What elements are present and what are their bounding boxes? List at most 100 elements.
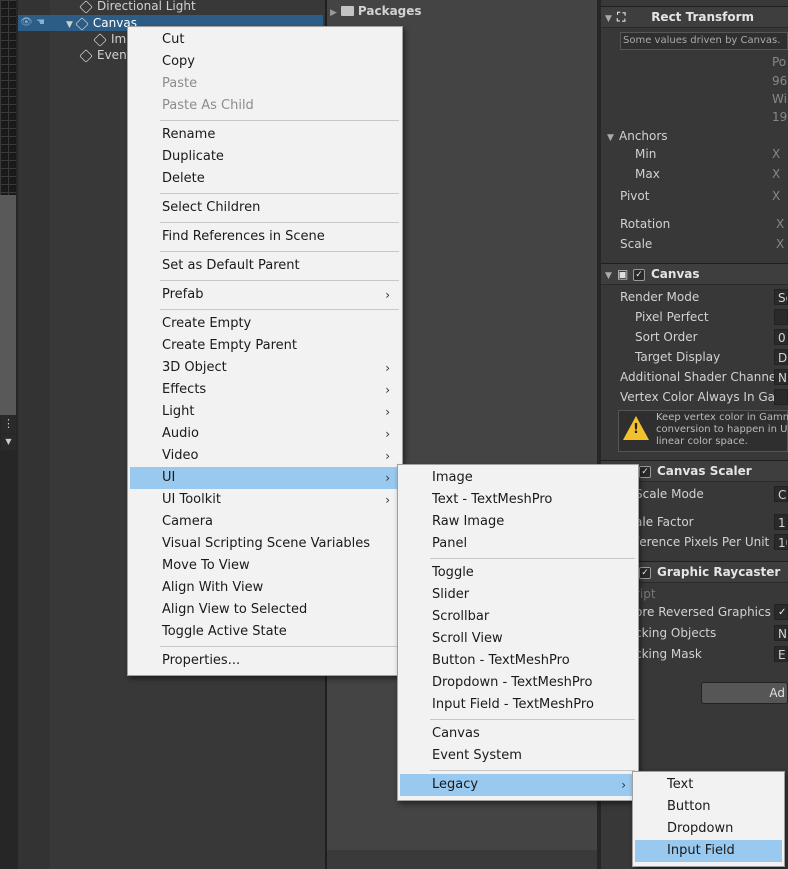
menu-item-slider[interactable]: Slider — [400, 584, 636, 606]
more-options-icon[interactable]: ⋮ — [1, 415, 16, 433]
menu-item-create-empty-parent[interactable]: Create Empty Parent — [130, 335, 400, 357]
menu-item-set-as-default-parent[interactable]: Set as Default Parent — [130, 255, 400, 277]
menu-item-delete[interactable]: Delete — [130, 168, 400, 190]
rect-transform-header[interactable]: ▼ ⛶ Rect Transform — [601, 6, 788, 28]
enabled-checkbox[interactable]: ✓ — [639, 566, 651, 579]
add-component-button[interactable]: Ad — [701, 682, 788, 704]
menu-item-ui-toolkit[interactable]: UI Toolkit › — [130, 489, 400, 511]
chevron-right-icon: › — [385, 449, 390, 463]
dropdown-arrow-icon[interactable]: ▼ — [1, 434, 16, 450]
collapse-arrow-icon[interactable]: ▼ — [605, 9, 617, 29]
menu-item-label: Light — [162, 404, 195, 419]
pickable-icon[interactable]: ☚ — [36, 15, 45, 31]
menu-item-label: Prefab — [162, 287, 204, 302]
menu-item-label: Move To View — [162, 558, 250, 573]
scene-view-edge — [0, 0, 16, 195]
menu-item-label: Button - TextMeshPro — [432, 653, 570, 668]
menu-item-paste[interactable]: Paste — [130, 73, 400, 95]
menu-separator — [160, 222, 399, 223]
menu-item-light[interactable]: Light › — [130, 401, 400, 423]
menu-item-input-field-textmeshpro[interactable]: Input Field - TextMeshPro — [400, 694, 636, 716]
menu-item-label: Canvas — [432, 726, 480, 741]
menu-item-effects[interactable]: Effects › — [130, 379, 400, 401]
enabled-checkbox[interactable]: ✓ — [633, 268, 645, 281]
canvas-component-header[interactable]: ▼ ▣ ✓ Canvas — [601, 263, 788, 285]
menu-item-toggle[interactable]: Toggle — [400, 562, 636, 584]
shader-channels-dropdown[interactable]: N — [774, 369, 788, 385]
menu-item-scroll-view[interactable]: Scroll View — [400, 628, 636, 650]
rect-transform-icon: ⛶ — [617, 10, 626, 24]
menu-item-button[interactable]: Button — [635, 796, 782, 818]
collapse-arrow-icon[interactable]: ▼ — [607, 129, 619, 147]
x-label: X — [776, 217, 785, 231]
menu-item-audio[interactable]: Audio › — [130, 423, 400, 445]
menu-item-paste-as-child[interactable]: Paste As Child — [130, 95, 400, 117]
menu-item-button-textmeshpro[interactable]: Button - TextMeshPro — [400, 650, 636, 672]
menu-item-camera[interactable]: Camera — [130, 511, 400, 533]
menu-item-video[interactable]: Video › — [130, 445, 400, 467]
menu-item-text-textmeshpro[interactable]: Text - TextMeshPro — [400, 489, 636, 511]
menu-item-duplicate[interactable]: Duplicate — [130, 146, 400, 168]
menu-item-canvas[interactable]: Canvas — [400, 723, 636, 745]
menu-item-panel[interactable]: Panel — [400, 533, 636, 555]
menu-item-label: Text - TextMeshPro — [432, 492, 553, 507]
menu-item-image[interactable]: Image — [400, 467, 636, 489]
ref-pixels-field[interactable]: 10 — [774, 534, 788, 550]
vertex-color-checkbox[interactable] — [774, 389, 788, 405]
render-mode-dropdown[interactable]: Sc — [774, 289, 788, 305]
menu-item-label: Audio — [162, 426, 199, 441]
enabled-checkbox[interactable]: ✓ — [639, 465, 651, 478]
menu-item-event-system[interactable]: Event System — [400, 745, 636, 767]
expand-arrow-icon[interactable]: ▶ — [330, 8, 337, 18]
menu-item-3d-object[interactable]: 3D Object › — [130, 357, 400, 379]
menu-item-align-with-view[interactable]: Align With View — [130, 577, 400, 599]
expand-arrow-icon[interactable]: ▼ — [66, 20, 73, 30]
menu-item-raw-image[interactable]: Raw Image — [400, 511, 636, 533]
menu-item-label: Align With View — [162, 580, 264, 595]
scene-scrollbar[interactable] — [0, 195, 16, 415]
menu-item-copy[interactable]: Copy — [130, 51, 400, 73]
scale-mode-dropdown[interactable]: C — [774, 486, 788, 502]
menu-item-rename[interactable]: Rename — [130, 124, 400, 146]
menu-item-label: Paste As Child — [162, 98, 254, 113]
anchors-foldout[interactable]: ▼ Anchors — [607, 127, 668, 145]
menu-item-label: Event System — [432, 748, 522, 763]
visibility-icon[interactable]: 👁 — [20, 15, 33, 31]
hierarchy-item-eventsystem[interactable]: Event — [79, 47, 131, 63]
menu-item-label: Align View to Selected — [162, 602, 308, 617]
target-display-dropdown[interactable]: D — [774, 349, 788, 365]
menu-item-move-to-view[interactable]: Move To View — [130, 555, 400, 577]
ignore-reversed-checkbox[interactable]: ✓ — [774, 604, 788, 620]
menu-item-dropdown[interactable]: Dropdown — [635, 818, 782, 840]
menu-item-label: Input Field - TextMeshPro — [432, 697, 594, 712]
menu-item-text[interactable]: Text — [635, 774, 782, 796]
menu-item-dropdown-textmeshpro[interactable]: Dropdown - TextMeshPro — [400, 672, 636, 694]
menu-item-create-empty[interactable]: Create Empty — [130, 313, 400, 335]
menu-item-ui[interactable]: UI › — [130, 467, 400, 489]
project-item-packages[interactable]: ▶ Packages — [330, 3, 422, 19]
hierarchy-item-directional-light[interactable]: Directional Light — [79, 0, 196, 14]
menu-item-find-references-in-scene[interactable]: Find References in Scene — [130, 226, 400, 248]
menu-item-legacy[interactable]: Legacy › — [400, 774, 636, 796]
blocking-mask-dropdown[interactable]: E — [774, 646, 788, 662]
menu-item-input-field[interactable]: Input Field — [635, 840, 782, 862]
rotation-label: Rotation — [620, 217, 671, 231]
blocking-mask-label: cking Mask — [635, 647, 702, 661]
menu-item-prefab[interactable]: Prefab › — [130, 284, 400, 306]
x-label: X — [772, 167, 781, 181]
blocking-objects-dropdown[interactable]: N — [774, 625, 788, 641]
pixel-perfect-checkbox[interactable] — [774, 309, 788, 325]
menu-item-select-children[interactable]: Select Children — [130, 197, 400, 219]
menu-item-cut[interactable]: Cut — [130, 29, 400, 51]
menu-item-align-view-to-selected[interactable]: Align View to Selected — [130, 599, 400, 621]
menu-item-label: Paste — [162, 76, 198, 91]
menu-item-visual-scripting-scene-variables[interactable]: Visual Scripting Scene Variables — [130, 533, 400, 555]
menu-item-properties[interactable]: Properties... — [130, 650, 400, 672]
scale-factor-field[interactable]: 1 — [774, 514, 788, 530]
sort-order-field[interactable]: 0 — [774, 329, 788, 345]
collapse-arrow-icon[interactable]: ▼ — [605, 266, 617, 286]
menu-item-scrollbar[interactable]: Scrollbar — [400, 606, 636, 628]
menu-item-toggle-active-state[interactable]: Toggle Active State — [130, 621, 400, 643]
x-label: X — [776, 237, 785, 251]
menu-item-label: Image — [432, 470, 473, 485]
